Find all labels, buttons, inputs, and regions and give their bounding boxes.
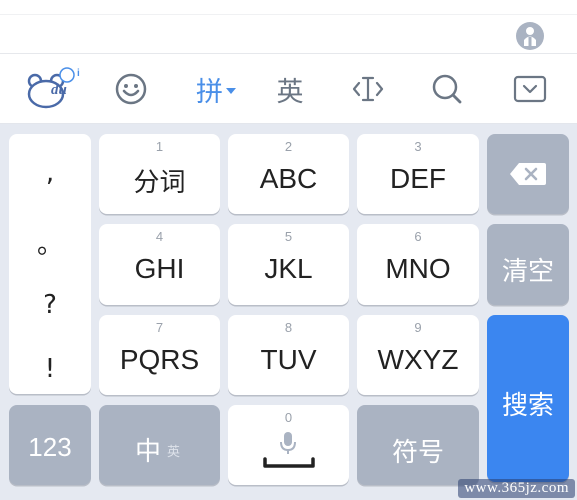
backspace-key[interactable] [487, 134, 569, 214]
key-label: JKL [264, 253, 313, 284]
baidu-logo-button[interactable]: du i [18, 54, 80, 124]
person-icon[interactable] [512, 20, 548, 52]
key-number: 2 [284, 139, 293, 154]
key-label-main: 中 [135, 437, 162, 467]
logo-text: du [51, 82, 67, 98]
symbols-key[interactable]: 符号 [357, 405, 479, 485]
key-5[interactable]: 5 JKL [228, 224, 349, 305]
top-bar [0, 0, 577, 54]
key-label: PQRS [119, 344, 200, 375]
info-badge: i [77, 68, 80, 79]
key-label: DEF [390, 163, 446, 194]
key-number: 7 [155, 320, 164, 335]
cursor-move-button[interactable] [346, 54, 390, 124]
key-8[interactable]: 8 TUV [228, 315, 349, 395]
emoji-button[interactable] [108, 54, 154, 124]
key-label: 清空 [501, 257, 554, 287]
key-label: GHI [134, 253, 185, 284]
key-number: 3 [414, 139, 422, 154]
key-2[interactable]: 2 ABC [228, 134, 349, 214]
text-cursor-icon [352, 76, 384, 102]
key-6[interactable]: 6 MNO [357, 224, 479, 305]
key-number: 9 [414, 320, 422, 335]
key-label-sub: 英 [167, 445, 181, 460]
key-number: 8 [284, 320, 293, 335]
keyboard-toolbar: du i 拼 英 [0, 54, 577, 124]
keyboard: , 。 ? ! 1 分词 2 ABC 3 DEF 4 GHI 5 JKL 6 M… [0, 124, 577, 500]
key-1[interactable]: 1 分词 [99, 134, 220, 214]
language-switch-key[interactable]: 中 英 [99, 405, 220, 485]
smiley-icon [115, 73, 147, 105]
key-7[interactable]: 7 PQRS [99, 315, 220, 395]
key-number: 0 [284, 410, 293, 425]
key-number: 4 [155, 229, 164, 244]
search-icon [432, 74, 462, 104]
clear-key[interactable]: 清空 [487, 224, 569, 305]
divider [0, 14, 577, 15]
punct-comma[interactable]: , [9, 158, 91, 188]
key-label: 符号 [391, 438, 444, 468]
punct-question[interactable]: ? [9, 290, 91, 320]
numbers-key[interactable]: 123 [9, 405, 91, 485]
key-label: MNO [385, 253, 451, 284]
punct-exclamation[interactable]: ! [9, 354, 91, 384]
english-mode-button[interactable]: 英 [268, 54, 312, 124]
key-number: 1 [155, 139, 164, 154]
key-0-voice[interactable]: 0 [228, 405, 349, 485]
key-label: WXYZ [377, 344, 459, 375]
space-bar-icon [263, 457, 315, 468]
baidu-bear-icon [27, 67, 75, 109]
watermark: www.365jz.com [458, 479, 575, 498]
key-number: 5 [284, 229, 293, 244]
english-label: 英 [276, 76, 304, 108]
key-3[interactable]: 3 DEF [357, 134, 479, 214]
punctuation-column[interactable]: , 。 ? ! [9, 134, 91, 394]
search-key[interactable]: 搜索 [487, 315, 569, 482]
key-label: 123 [28, 432, 72, 462]
key-label: 搜索 [501, 391, 554, 421]
key-label: TUV [260, 344, 317, 375]
key-number: 6 [414, 229, 422, 244]
collapse-keyboard-button[interactable] [508, 54, 552, 124]
microphone-icon [280, 432, 296, 454]
dropdown-caret-icon [226, 88, 236, 94]
pinyin-mode-button[interactable]: 拼 [190, 54, 242, 124]
key-9[interactable]: 9 WXYZ [357, 315, 479, 395]
chevron-down-icon [513, 75, 547, 103]
key-label: ABC [259, 163, 318, 194]
backspace-icon [510, 163, 546, 185]
key-4[interactable]: 4 GHI [99, 224, 220, 305]
punct-period[interactable]: 。 [9, 224, 91, 261]
pinyin-label: 拼 [196, 76, 223, 108]
key-label: 分词 [133, 168, 186, 198]
search-button[interactable] [425, 54, 469, 124]
